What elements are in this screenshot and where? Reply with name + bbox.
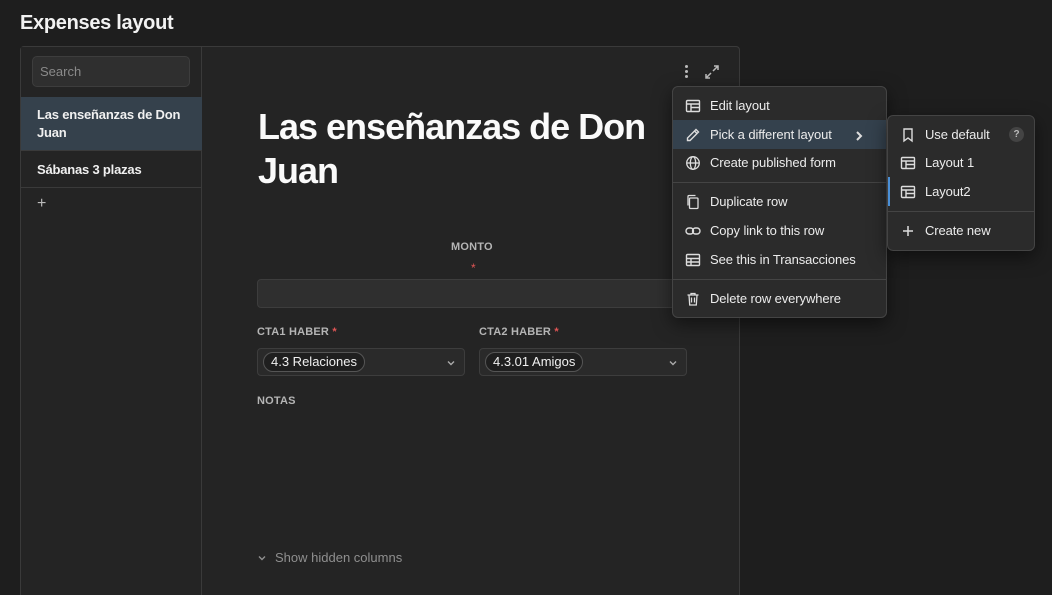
active-indicator [888, 177, 890, 206]
chevron-down-icon [669, 361, 677, 366]
pencil-icon [686, 128, 700, 141]
menu-item-label: Delete row everywhere [710, 291, 841, 306]
table-icon [685, 253, 701, 266]
menu-divider [888, 211, 1034, 212]
chevron-down-icon [447, 361, 455, 366]
required-mark: * [554, 326, 559, 338]
cta2-label: CTA2 HABER * [479, 326, 559, 338]
menu-item-copy-link[interactable]: Copy link to this row [673, 216, 886, 245]
menu-item-create-form[interactable]: Create published form [673, 148, 886, 177]
plus-icon [903, 225, 913, 236]
layout-icon [900, 185, 916, 198]
record-sidebar: Las enseñanzas de Don Juan Sábanas 3 pla… [21, 47, 202, 595]
layout-submenu: Use default ? Layout 1 Layout2 Create ne… [887, 115, 1035, 251]
monto-field[interactable] [257, 279, 687, 308]
expand-icon[interactable] [703, 63, 721, 81]
cta1-select[interactable]: 4.3 Relaciones [257, 348, 465, 376]
show-hidden-label: Show hidden columns [275, 550, 403, 565]
globe-icon [686, 155, 700, 170]
cta2-value-chip: 4.3.01 Amigos [485, 352, 584, 372]
help-icon[interactable]: ? [1009, 127, 1024, 142]
menu-item-pick-layout[interactable]: Pick a different layout [673, 120, 886, 149]
add-record-button[interactable]: + [37, 195, 46, 213]
layout-icon [685, 99, 701, 112]
menu-divider [673, 182, 886, 183]
submenu-item-create-new[interactable]: Create new [888, 216, 1034, 245]
record-item[interactable]: Sábanas 3 plazas [21, 151, 202, 188]
chevron-down-icon [258, 555, 266, 560]
cta1-label-text: CTA1 HABER [257, 326, 330, 338]
page-title: Expenses layout [20, 12, 174, 34]
trash-icon [687, 292, 699, 306]
link-icon [685, 226, 701, 235]
menu-item-label: Copy link to this row [710, 223, 825, 238]
bookmark-icon [903, 127, 913, 142]
submenu-item-use-default[interactable]: Use default ? [888, 120, 1034, 149]
cta1-label: CTA1 HABER * [257, 326, 337, 338]
menu-item-label: Create published form [710, 155, 836, 170]
menu-item-label: Pick a different layout [710, 127, 832, 142]
copy-icon [687, 194, 699, 209]
submenu-item-label: Layout 1 [925, 155, 975, 170]
cta2-select[interactable]: 4.3.01 Amigos [479, 348, 687, 376]
menu-item-edit-layout[interactable]: Edit layout [673, 91, 886, 120]
notas-label: NOTAS [257, 395, 296, 407]
menu-item-label: See this in Transacciones [710, 252, 856, 267]
layout-icon [900, 156, 916, 169]
menu-item-see-in-table[interactable]: See this in Transacciones [673, 245, 886, 274]
search-input[interactable] [32, 56, 190, 87]
menu-item-label: Duplicate row [710, 194, 788, 209]
menu-item-delete-row[interactable]: Delete row everywhere [673, 284, 886, 313]
submenu-item-layout2[interactable]: Layout2 [888, 177, 1034, 206]
row-context-menu: Edit layout Pick a different layout Crea… [672, 86, 887, 318]
cta1-value-chip: 4.3 Relaciones [263, 352, 365, 372]
submenu-item-label: Layout2 [925, 184, 971, 199]
menu-item-label: Edit layout [710, 98, 770, 113]
chevron-right-icon [856, 131, 863, 141]
submenu-item-layout-1[interactable]: Layout 1 [888, 148, 1034, 177]
cta2-label-text: CTA2 HABER [479, 326, 552, 338]
show-hidden-columns-button[interactable]: Show hidden columns [257, 550, 402, 565]
menu-divider [673, 279, 886, 280]
submenu-item-label: Use default [925, 127, 990, 142]
submenu-item-label: Create new [925, 223, 991, 238]
monto-label: MONTO [451, 241, 493, 253]
required-mark: * [471, 261, 476, 275]
record-item[interactable]: Las enseñanzas de Don Juan [21, 97, 202, 151]
menu-item-duplicate-row[interactable]: Duplicate row [673, 187, 886, 216]
more-options-icon[interactable] [681, 63, 691, 81]
required-mark: * [332, 326, 337, 338]
layout-frame: Las enseñanzas de Don Juan Sábanas 3 pla… [20, 46, 740, 595]
record-title: Las enseñanzas de Don Juan [258, 106, 646, 191]
record-detail: Las enseñanzas de Don Juan MONTO * CTA1 … [203, 47, 739, 595]
